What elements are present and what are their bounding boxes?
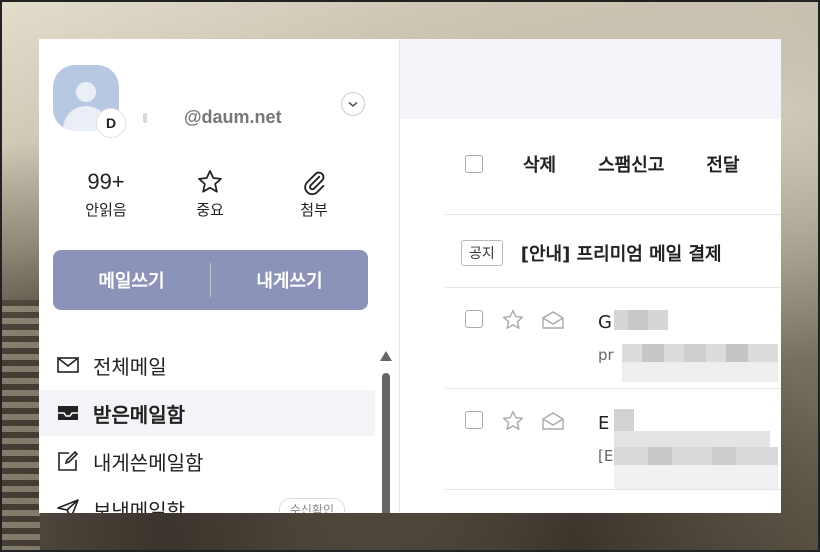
send-icon: [55, 498, 81, 513]
notice-row[interactable]: 공지 [안내] 프리미엄 메일 결제: [400, 236, 781, 270]
write-to-me-button[interactable]: 내게쓰기: [211, 267, 368, 293]
scroll-up-arrow-icon[interactable]: [380, 351, 392, 361]
mail-sender: G: [598, 312, 612, 333]
scroll-thumb[interactable]: [382, 373, 390, 513]
envelope-open-icon[interactable]: [541, 310, 565, 330]
star-icon[interactable]: [501, 308, 525, 332]
folder-label: 보낸메일함: [93, 498, 185, 514]
folder-label: 전체메일: [93, 354, 167, 379]
select-all-checkbox[interactable]: [465, 155, 483, 173]
unread-stat[interactable]: 99+ 안읽음: [66, 167, 146, 220]
mail-checkbox[interactable]: [465, 310, 483, 328]
divider: [445, 214, 781, 215]
mail-sender: E: [598, 413, 610, 434]
write-mail-button[interactable]: 메일쓰기: [53, 267, 210, 293]
folder-label: 받은메일함: [93, 402, 185, 427]
attachment-label: 첨부: [300, 201, 328, 219]
folder-sent[interactable]: 보낸메일함 수신확인: [39, 486, 375, 513]
sidebar: D @daum.net 99+ 안읽음 중요 첨부 메일쓰기 내게쓰기 전체메일…: [39, 39, 400, 513]
folder-label: 내게쓴메일함: [93, 450, 204, 475]
mail-preview: [E: [598, 447, 614, 465]
mail-window: D @daum.net 99+ 안읽음 중요 첨부 메일쓰기 내게쓰기 전체메일…: [39, 39, 781, 513]
mail-icon: [55, 355, 81, 375]
account-dropdown-button[interactable]: [341, 92, 365, 116]
mail-list-pane: 삭제 스팸신고 전달 공지 [안내] 프리미엄 메일 결제 G pr E [E: [400, 39, 781, 513]
divider: [445, 489, 781, 490]
attachment-stat[interactable]: 첨부: [274, 167, 354, 220]
unread-label: 안읽음: [85, 201, 127, 219]
chevron-down-icon: [348, 101, 358, 107]
edit-icon: [55, 450, 81, 472]
star-icon[interactable]: [501, 409, 525, 433]
important-stat[interactable]: 중요: [170, 167, 250, 220]
forward-button[interactable]: 전달: [706, 151, 739, 177]
compose-bar: 메일쓰기 내게쓰기: [53, 250, 368, 310]
unread-count: 99+: [87, 169, 125, 194]
star-icon: [170, 167, 250, 197]
background-texture: [0, 300, 40, 552]
spam-report-button[interactable]: 스팸신고: [598, 151, 664, 177]
delete-button[interactable]: 삭제: [523, 151, 556, 177]
sidebar-scrollbar[interactable]: [380, 351, 392, 513]
envelope-open-icon[interactable]: [541, 411, 565, 431]
mail-checkbox[interactable]: [465, 411, 483, 429]
notice-subject[interactable]: [안내] 프리미엄 메일 결제: [521, 240, 722, 266]
account-domain: @daum.net: [184, 107, 282, 127]
folder-all-mail[interactable]: 전체메일: [39, 342, 375, 388]
folder-sent-to-me[interactable]: 내게쓴메일함: [39, 438, 375, 484]
mail-row[interactable]: E [E: [400, 389, 781, 489]
mail-toolbar: 삭제 스팸신고 전달: [400, 139, 781, 189]
mail-preview: pr: [598, 346, 614, 364]
account-badge: D: [96, 108, 126, 138]
folder-inbox[interactable]: 받은메일함: [39, 390, 375, 436]
read-receipt-button[interactable]: 수신확인: [278, 497, 345, 513]
notice-tag: 공지: [461, 240, 503, 266]
account-name-redacted: [143, 113, 147, 123]
important-label: 중요: [196, 201, 224, 219]
inbox-icon: [55, 403, 81, 423]
mail-row[interactable]: G pr: [400, 288, 781, 388]
top-banner: [400, 39, 781, 119]
paperclip-icon: [274, 167, 354, 197]
